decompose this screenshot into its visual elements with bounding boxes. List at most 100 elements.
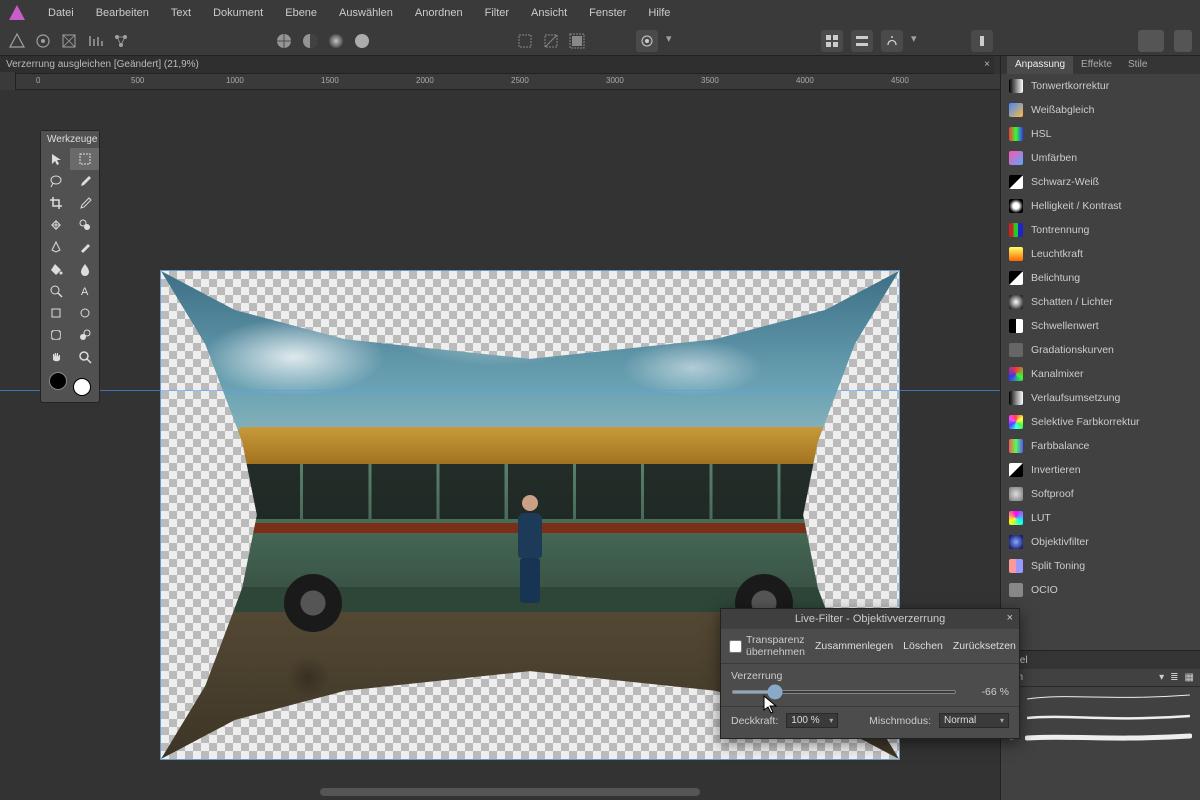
dropdown-icon-2[interactable]: ▾ xyxy=(911,32,921,50)
shape-tool[interactable] xyxy=(41,302,70,324)
alpha-checkbox[interactable]: Transparenz übernehmen xyxy=(729,634,805,658)
adjustment-gradationskurven[interactable]: Gradationskurven xyxy=(1001,338,1200,362)
adjustment-umf-rben[interactable]: Umfärben xyxy=(1001,146,1200,170)
adjustment-softproof[interactable]: Softproof xyxy=(1001,482,1200,506)
text-tool[interactable]: A xyxy=(70,280,99,302)
menu-filter[interactable]: Filter xyxy=(475,3,519,23)
color-swatches[interactable] xyxy=(41,368,99,402)
foreground-color-swatch[interactable] xyxy=(49,372,67,390)
merge-button[interactable]: Zusammenlegen xyxy=(815,640,893,652)
tab-effects[interactable]: Effekte xyxy=(1073,56,1120,74)
menu-arrange[interactable]: Anordnen xyxy=(405,3,473,23)
menu-edit[interactable]: Bearbeiten xyxy=(86,3,159,23)
background-color-swatch[interactable] xyxy=(73,378,91,396)
crop-tool[interactable] xyxy=(41,192,70,214)
horizontal-guide[interactable] xyxy=(0,390,1000,391)
gradient-tool[interactable] xyxy=(70,324,99,346)
fill-halftone-icon[interactable] xyxy=(301,32,319,50)
menu-text[interactable]: Text xyxy=(161,3,201,23)
adjustment-belichtung[interactable]: Belichtung xyxy=(1001,266,1200,290)
info-icon[interactable] xyxy=(971,30,993,52)
adjustment-tontrennung[interactable]: Tontrennung xyxy=(1001,218,1200,242)
adjustment-leuchtkraft[interactable]: Leuchtkraft xyxy=(1001,242,1200,266)
lasso-tool[interactable] xyxy=(41,170,70,192)
document-tab[interactable]: Verzerrung ausgleichen [Geändert] (21,9%… xyxy=(0,56,994,74)
blur-tool[interactable] xyxy=(70,258,99,280)
horizontal-scrollbar[interactable] xyxy=(320,788,700,796)
healing-tool[interactable] xyxy=(41,214,70,236)
blendmode-select[interactable]: Normal xyxy=(939,713,1009,728)
grid-view-icon[interactable] xyxy=(821,30,843,52)
assistant-icon[interactable] xyxy=(881,30,903,52)
menu-document[interactable]: Dokument xyxy=(203,3,273,23)
adjustment-lut[interactable]: LUT xyxy=(1001,506,1200,530)
adjustment-verlaufsumsetzung[interactable]: Verlaufsumsetzung xyxy=(1001,386,1200,410)
adjustment-objektivfilter[interactable]: Objektivfilter xyxy=(1001,530,1200,554)
reset-button[interactable]: Zurücksetzen xyxy=(953,640,1016,652)
persona-photo-icon[interactable] xyxy=(8,32,26,50)
persona-tone-icon[interactable] xyxy=(86,32,104,50)
dropdown-icon[interactable]: ▾ xyxy=(666,32,676,50)
hand-tool[interactable] xyxy=(41,346,70,368)
marquee-tool[interactable] xyxy=(70,148,99,170)
clone-tool[interactable] xyxy=(70,214,99,236)
persona-liquify-icon[interactable] xyxy=(34,32,52,50)
selection-rect-icon[interactable] xyxy=(516,32,534,50)
menu-view[interactable]: Ansicht xyxy=(521,3,577,23)
adjustment-helligkeit-kontrast[interactable]: Helligkeit / Kontrast xyxy=(1001,194,1200,218)
menu-file[interactable]: Datei xyxy=(38,3,84,23)
adjustment-kanalmixer[interactable]: Kanalmixer xyxy=(1001,362,1200,386)
adjustment-tonwertkorrektur[interactable]: Tonwertkorrektur xyxy=(1001,74,1200,98)
pencil-tool[interactable] xyxy=(70,236,99,258)
adjustment-farbbalance[interactable]: Farbbalance xyxy=(1001,434,1200,458)
selection-diag-icon[interactable] xyxy=(542,32,560,50)
adjustment-hsl[interactable]: HSL xyxy=(1001,122,1200,146)
brush-row[interactable]: 2 xyxy=(1001,687,1200,707)
menu-select[interactable]: Auswählen xyxy=(329,3,403,23)
adjustment-invertieren[interactable]: Invertieren xyxy=(1001,458,1200,482)
brush-tool[interactable] xyxy=(70,170,99,192)
opacity-field[interactable]: 100 % xyxy=(786,713,838,728)
menu-layer[interactable]: Ebene xyxy=(275,3,327,23)
move-tool[interactable] xyxy=(41,148,70,170)
tab-styles[interactable]: Stile xyxy=(1120,56,1155,74)
adjustment-split-toning[interactable]: Split Toning xyxy=(1001,554,1200,578)
ellipse-tool[interactable] xyxy=(70,302,99,324)
fill-tool[interactable] xyxy=(41,258,70,280)
adjustment-schwarz-wei-[interactable]: Schwarz-Weiß xyxy=(1001,170,1200,194)
adjustment-schatten-lichter[interactable]: Schatten / Lichter xyxy=(1001,290,1200,314)
adjustment-ocio[interactable]: OCIO xyxy=(1001,578,1200,602)
dodge-tool[interactable] xyxy=(41,280,70,302)
tab-adjustments[interactable]: Anpassung xyxy=(1007,56,1073,74)
delete-button[interactable]: Löschen xyxy=(903,640,943,652)
fill-flat-icon[interactable] xyxy=(353,32,371,50)
persona-develop-icon[interactable] xyxy=(60,32,78,50)
brush-grid-icon[interactable]: ▦ xyxy=(1185,672,1194,683)
zoom-tool[interactable] xyxy=(70,346,99,368)
brush-row[interactable]: 4 xyxy=(1001,707,1200,727)
close-icon[interactable]: × xyxy=(1007,612,1013,624)
mesh-tool[interactable] xyxy=(41,324,70,346)
close-tab-icon[interactable]: × xyxy=(984,59,990,70)
adjustment-wei-abgleich[interactable]: Weißabgleich xyxy=(1001,98,1200,122)
brush-menu-icon[interactable]: ≣ xyxy=(1170,672,1178,683)
menu-help[interactable]: Hilfe xyxy=(638,3,680,23)
dialog-titlebar[interactable]: Live-Filter - Objektivverzerrung × xyxy=(721,609,1019,629)
adjustment-schwellenwert[interactable]: Schwellenwert xyxy=(1001,314,1200,338)
menu-window[interactable]: Fenster xyxy=(579,3,636,23)
pen-tool[interactable] xyxy=(41,236,70,258)
list-view-icon[interactable] xyxy=(851,30,873,52)
distortion-slider[interactable] xyxy=(731,690,957,694)
selection-crop-icon[interactable] xyxy=(568,32,586,50)
chevron-down-icon[interactable]: ▾ xyxy=(1159,672,1164,683)
eyedropper-tool[interactable] xyxy=(70,192,99,214)
fill-gradient-icon[interactable] xyxy=(327,32,345,50)
sync-button[interactable] xyxy=(1174,30,1192,52)
brush-row[interactable]: 8 xyxy=(1001,727,1200,747)
brush-category[interactable]: ach xyxy=(1007,672,1153,683)
persona-export-icon[interactable] xyxy=(112,32,130,50)
quickmask-icon[interactable] xyxy=(636,30,658,52)
account-button[interactable] xyxy=(1138,30,1164,52)
adjustment-selektive-farbkorrektur[interactable]: Selektive Farbkorrektur xyxy=(1001,410,1200,434)
fill-solid-icon[interactable] xyxy=(275,32,293,50)
